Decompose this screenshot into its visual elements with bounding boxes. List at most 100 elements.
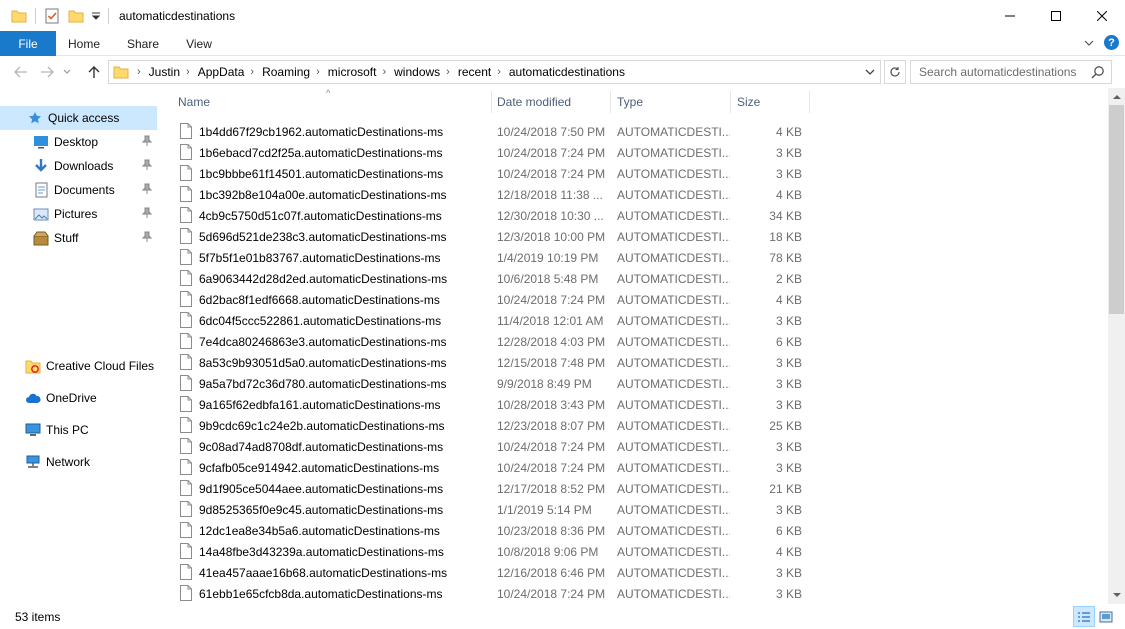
nav-label: Desktop: [54, 135, 99, 149]
chevron-up-icon: [1112, 95, 1121, 99]
column-divider[interactable]: [730, 91, 731, 113]
details-view-icon: [1078, 611, 1090, 622]
breadcrumb-justin[interactable]: Justin: [149, 65, 180, 79]
column-header-type[interactable]: Type: [617, 88, 727, 116]
nav-stuff[interactable]: Stuff: [0, 226, 157, 250]
nav-quick-access[interactable]: Quick access: [0, 106, 157, 130]
breadcrumb-automaticdestinations[interactable]: automaticdestinations: [509, 65, 625, 79]
file-row[interactable]: 1b4dd67f29cb1962.automaticDestinations-m…: [160, 121, 1108, 142]
maximize-button[interactable]: [1033, 0, 1079, 31]
breadcrumb-separator[interactable]: ›: [497, 66, 501, 78]
breadcrumb-windows[interactable]: windows: [394, 65, 440, 79]
large-icons-view-button[interactable]: [1095, 606, 1117, 627]
back-button[interactable]: [9, 60, 33, 84]
breadcrumb-recent[interactable]: recent: [458, 65, 491, 79]
minimize-button[interactable]: [987, 0, 1033, 31]
search-box[interactable]: [910, 60, 1112, 84]
breadcrumb-separator[interactable]: ›: [186, 66, 190, 78]
file-row[interactable]: 7e4dca80246863e3.automaticDestinations-m…: [160, 331, 1108, 352]
nav-desktop[interactable]: Desktop: [0, 130, 157, 154]
file-size: 6 KB: [775, 523, 802, 538]
column-divider[interactable]: [491, 91, 492, 113]
nav-network[interactable]: Network: [0, 450, 157, 474]
navigation-pane: Quick access Desktop Downloads Documents: [0, 91, 158, 604]
file-row[interactable]: 9d1f905ce5044aee.automaticDestinations-m…: [160, 478, 1108, 499]
back-arrow-icon: [14, 66, 27, 78]
column-header-name[interactable]: Name: [178, 88, 488, 116]
file-row[interactable]: 9d8525365f0e9c45.automaticDestinations-m…: [160, 499, 1108, 520]
refresh-button[interactable]: [884, 60, 906, 84]
file-row[interactable]: 8a53c9b93051d5a0.automaticDestinations-m…: [160, 352, 1108, 373]
customize-toolbar-chevron-icon[interactable]: [91, 7, 101, 25]
file-row[interactable]: 9cfafb05ce914942.automaticDestinations-m…: [160, 457, 1108, 478]
forward-button[interactable]: [35, 60, 59, 84]
address-bar[interactable]: › Justin › AppData › Roaming › microsoft…: [108, 60, 881, 84]
nav-onedrive[interactable]: OneDrive: [0, 386, 157, 410]
file-row[interactable]: 9a165f62edbfa161.automaticDestinations-m…: [160, 394, 1108, 415]
search-icon[interactable]: [1091, 65, 1105, 79]
column-divider[interactable]: [610, 91, 611, 113]
tab-home[interactable]: Home: [56, 31, 112, 56]
recent-locations-button[interactable]: [60, 60, 74, 84]
file-date-modified: 10/23/2018 8:36 PM: [497, 523, 606, 538]
nav-documents[interactable]: Documents: [0, 178, 157, 202]
file-row[interactable]: 4cb9c5750d51c07f.automaticDestinations-m…: [160, 205, 1108, 226]
file-type: AUTOMATICDESTI...: [617, 460, 730, 475]
chevron-down-icon: [1112, 593, 1121, 597]
file-row[interactable]: 61ebb1e65cfcb8da.automaticDestinations-m…: [160, 583, 1108, 604]
search-input[interactable]: [919, 65, 1094, 79]
tab-view[interactable]: View: [174, 31, 224, 56]
column-header-date-modified[interactable]: Date modified: [497, 88, 609, 116]
column-header-size[interactable]: Size: [737, 88, 807, 116]
file-row[interactable]: 1bc392b8e104a00e.automaticDestinations-m…: [160, 184, 1108, 205]
new-folder-icon[interactable]: [67, 7, 85, 25]
file-date-modified: 10/6/2018 5:48 PM: [497, 271, 599, 286]
file-row[interactable]: 6dc04f5ccc522861.automaticDestinations-m…: [160, 310, 1108, 331]
up-button[interactable]: [82, 60, 106, 84]
file-row[interactable]: 5d696d521de238c3.automaticDestinations-m…: [160, 226, 1108, 247]
scrollbar-thumb[interactable]: [1109, 105, 1124, 314]
breadcrumb-separator[interactable]: ›: [446, 66, 450, 78]
properties-icon[interactable]: [43, 7, 61, 25]
nav-downloads[interactable]: Downloads: [0, 154, 157, 178]
scroll-down-button[interactable]: [1108, 587, 1125, 604]
file-row[interactable]: 9b9cdc69c1c24e2b.automaticDestinations-m…: [160, 415, 1108, 436]
file-row[interactable]: 1b6ebacd7cd2f25a.automaticDestinations-m…: [160, 142, 1108, 163]
file-row[interactable]: 14a48fbe3d43239a.automaticDestinations-m…: [160, 541, 1108, 562]
file-row[interactable]: 6d2bac8f1edf6668.automaticDestinations-m…: [160, 289, 1108, 310]
breadcrumb-separator[interactable]: ›: [250, 66, 254, 78]
column-divider[interactable]: [809, 91, 810, 113]
file-row[interactable]: 9c08ad74ad8708df.automaticDestinations-m…: [160, 436, 1108, 457]
nav-this-pc[interactable]: This PC: [0, 418, 157, 442]
expand-ribbon-chevron-icon[interactable]: [1084, 39, 1094, 47]
breadcrumb-roaming[interactable]: Roaming: [262, 65, 310, 79]
tab-share[interactable]: Share: [112, 31, 174, 56]
vertical-scrollbar[interactable]: [1108, 88, 1125, 604]
star-icon: [27, 110, 43, 126]
scroll-up-button[interactable]: [1108, 88, 1125, 105]
breadcrumb-appdata[interactable]: AppData: [198, 65, 245, 79]
maximize-icon: [1051, 10, 1061, 21]
nav-creative-cloud-files[interactable]: Creative Cloud Files: [0, 354, 157, 378]
close-button[interactable]: [1079, 0, 1125, 31]
file-row[interactable]: 41ea457aaae16b68.automaticDestinations-m…: [160, 562, 1108, 583]
file-date-modified: 11/4/2018 12:01 AM: [497, 313, 604, 328]
file-row[interactable]: 5f7b5f1e01b83767.automaticDestinations-m…: [160, 247, 1108, 268]
chevron-down-icon: [63, 69, 71, 74]
address-history-chevron-icon[interactable]: [864, 65, 876, 79]
help-icon[interactable]: ?: [1104, 35, 1119, 50]
file-row[interactable]: 1bc9bbbe61f14501.automaticDestinations-m…: [160, 163, 1108, 184]
file-row[interactable]: 6a9063442d28d2ed.automaticDestinations-m…: [160, 268, 1108, 289]
file-icon: [180, 438, 192, 457]
breadcrumb-microsoft[interactable]: microsoft: [328, 65, 377, 79]
breadcrumb-separator[interactable]: ›: [316, 66, 320, 78]
file-row[interactable]: 12dc1ea8e34b5a6.automaticDestinations-ms…: [160, 520, 1108, 541]
tab-file[interactable]: File: [0, 31, 56, 56]
file-date-modified: 12/17/2018 8:52 PM: [497, 481, 606, 496]
file-row[interactable]: 9a5a7bd72c36d780.automaticDestinations-m…: [160, 373, 1108, 394]
breadcrumb-separator[interactable]: ›: [382, 66, 386, 78]
details-view-button[interactable]: [1073, 606, 1095, 627]
file-icon: [180, 291, 192, 310]
nav-pictures[interactable]: Pictures: [0, 202, 157, 226]
pin-icon: [142, 159, 152, 170]
